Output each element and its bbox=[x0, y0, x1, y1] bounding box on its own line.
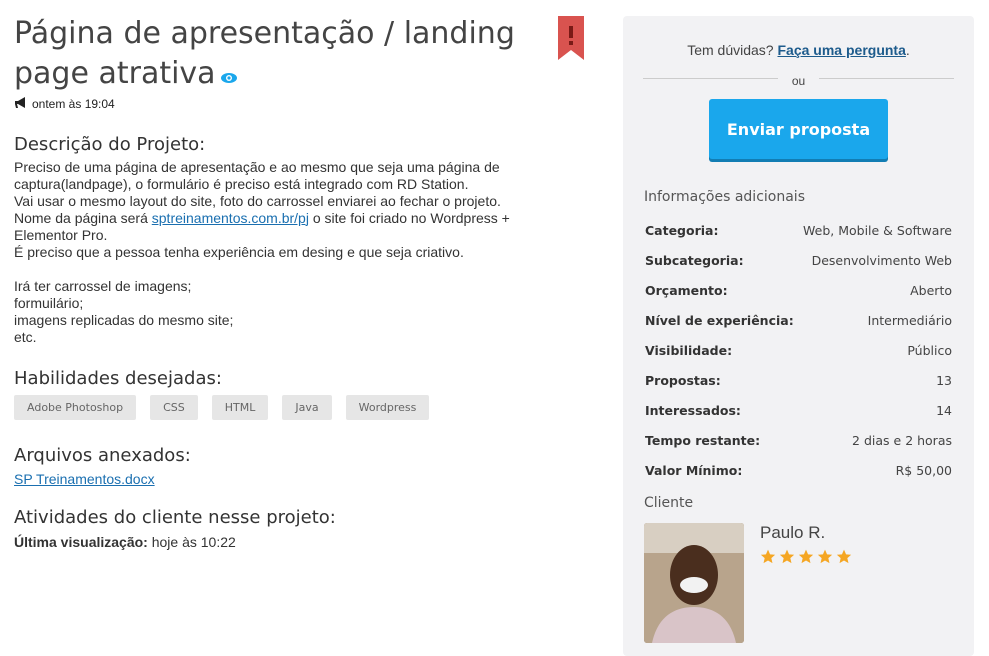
description-line: Irá ter carrossel de imagens; bbox=[14, 277, 192, 294]
question-end: . bbox=[905, 42, 910, 58]
info-key: Subcategoria: bbox=[645, 252, 744, 268]
info-value: Intermediário bbox=[867, 312, 952, 328]
info-key: Nível de experiência: bbox=[645, 312, 794, 328]
files-section: Arquivos anexados: SP Treinamentos.docx bbox=[14, 445, 594, 487]
skills-list: Adobe Photoshop CSS HTML Java Wordpress bbox=[14, 394, 594, 420]
client-rating bbox=[760, 549, 852, 565]
site-link[interactable]: sptreinamentos.com.br/pj bbox=[152, 210, 309, 226]
activity-heading: Atividades do cliente nesse projeto: bbox=[14, 506, 336, 528]
info-value: Web, Mobile & Software bbox=[803, 222, 952, 238]
description-line: Vai usar o mesmo layout do site, foto do… bbox=[14, 192, 501, 209]
ask-question-link[interactable]: Faça uma pergunta bbox=[778, 42, 906, 58]
report-bookmark-icon[interactable] bbox=[558, 16, 584, 64]
description-heading: Descrição do Projeto: bbox=[14, 133, 206, 155]
description-line: etc. bbox=[14, 328, 37, 345]
page-title-text: Página de apresentação / landing page at… bbox=[14, 16, 515, 91]
star-icon bbox=[836, 549, 852, 564]
info-value: Público bbox=[907, 342, 952, 358]
skill-tag[interactable]: CSS bbox=[150, 394, 198, 420]
files-heading: Arquivos anexados: bbox=[14, 444, 191, 466]
description-line: Elementor Pro. bbox=[14, 226, 108, 243]
skill-tag[interactable]: HTML bbox=[211, 394, 269, 420]
skills-section: Habilidades desejadas: Adobe Photoshop C… bbox=[14, 368, 594, 420]
description-line: imagens replicadas do mesmo site; bbox=[14, 311, 234, 328]
last-view-label: Última visualização: bbox=[14, 533, 148, 550]
info-title: Informações adicionais bbox=[644, 189, 805, 205]
star-icon bbox=[779, 549, 795, 564]
info-value: Desenvolvimento Web bbox=[811, 252, 952, 268]
skills-heading: Habilidades desejadas: bbox=[14, 367, 222, 389]
page-title: Página de apresentação / landing page at… bbox=[14, 14, 534, 95]
question-prompt: Tem dúvidas? Faça uma pergunta. bbox=[623, 42, 974, 58]
send-proposal-button[interactable]: Enviar proposta bbox=[709, 99, 888, 159]
info-row: Propostas: 13 bbox=[645, 365, 952, 395]
last-view-value: hoje às 10:22 bbox=[151, 533, 236, 550]
description-line: É preciso que a pessoa tenha experiência… bbox=[14, 243, 464, 260]
client-avatar[interactable] bbox=[644, 523, 744, 643]
skill-tag[interactable]: Java bbox=[282, 394, 332, 420]
activity-section: Atividades do cliente nesse projeto: Últ… bbox=[14, 507, 594, 550]
posted-time: ontem às 19:04 bbox=[14, 96, 594, 112]
star-icon bbox=[798, 549, 814, 564]
info-key: Visibilidade: bbox=[645, 342, 733, 358]
skill-tag[interactable]: Adobe Photoshop bbox=[14, 394, 137, 420]
megaphone-icon bbox=[14, 96, 28, 112]
info-row: Visibilidade: Público bbox=[645, 335, 952, 365]
question-text: Tem dúvidas? bbox=[687, 42, 774, 58]
project-main: Página de apresentação / landing page at… bbox=[14, 14, 594, 550]
last-view: Última visualização: hoje às 10:22 bbox=[14, 534, 594, 550]
info-value: 2 dias e 2 horas bbox=[852, 432, 952, 448]
info-key: Categoria: bbox=[645, 222, 719, 238]
description-fragment: o site foi criado no Wordpress + bbox=[308, 209, 510, 226]
description-fragment: Nome da página será bbox=[14, 209, 152, 226]
info-row: Valor Mínimo: R$ 50,00 bbox=[645, 455, 952, 485]
info-row: Nível de experiência: Intermediário bbox=[645, 305, 952, 335]
posted-time-text: ontem às 19:04 bbox=[32, 97, 115, 111]
or-divider: ou bbox=[643, 70, 954, 88]
info-key: Propostas: bbox=[645, 372, 721, 388]
info-value: 14 bbox=[936, 402, 952, 418]
star-icon bbox=[760, 549, 776, 564]
sidebar: Tem dúvidas? Faça uma pergunta. ou Envia… bbox=[623, 16, 974, 656]
info-row: Orçamento: Aberto bbox=[645, 275, 952, 305]
description-line: Preciso de uma página de apresentação e … bbox=[14, 158, 500, 175]
star-icon bbox=[817, 549, 833, 564]
info-row: Categoria: Web, Mobile & Software bbox=[645, 215, 952, 245]
description-line: Nome da página será sptreinamentos.com.b… bbox=[14, 210, 574, 227]
info-row: Tempo restante: 2 dias e 2 horas bbox=[645, 425, 952, 455]
file-link[interactable]: SP Treinamentos.docx bbox=[14, 471, 155, 487]
info-table: Categoria: Web, Mobile & Software Subcate… bbox=[645, 215, 952, 485]
description-section: Descrição do Projeto: Preciso de uma pág… bbox=[14, 134, 594, 346]
description-line: formuilário; bbox=[14, 294, 84, 311]
info-value: Aberto bbox=[910, 282, 952, 298]
client-name[interactable]: Paulo R. bbox=[760, 523, 852, 543]
eye-icon[interactable] bbox=[220, 55, 238, 95]
info-value: 13 bbox=[936, 372, 952, 388]
or-text: ou bbox=[777, 74, 820, 88]
description-text: Preciso de uma página de apresentação e … bbox=[14, 159, 574, 346]
info-key: Tempo restante: bbox=[645, 432, 761, 448]
info-value: R$ 50,00 bbox=[895, 462, 952, 478]
info-row: Interessados: 14 bbox=[645, 395, 952, 425]
client-card: Paulo R. bbox=[644, 523, 974, 643]
info-key: Valor Mínimo: bbox=[645, 462, 743, 478]
description-line: captura(landpage), o formulário é precis… bbox=[14, 175, 469, 192]
client-title: Cliente bbox=[644, 495, 694, 511]
info-row: Subcategoria: Desenvolvimento Web bbox=[645, 245, 952, 275]
skill-tag[interactable]: Wordpress bbox=[345, 394, 430, 420]
info-key: Orçamento: bbox=[645, 282, 728, 298]
info-key: Interessados: bbox=[645, 402, 741, 418]
